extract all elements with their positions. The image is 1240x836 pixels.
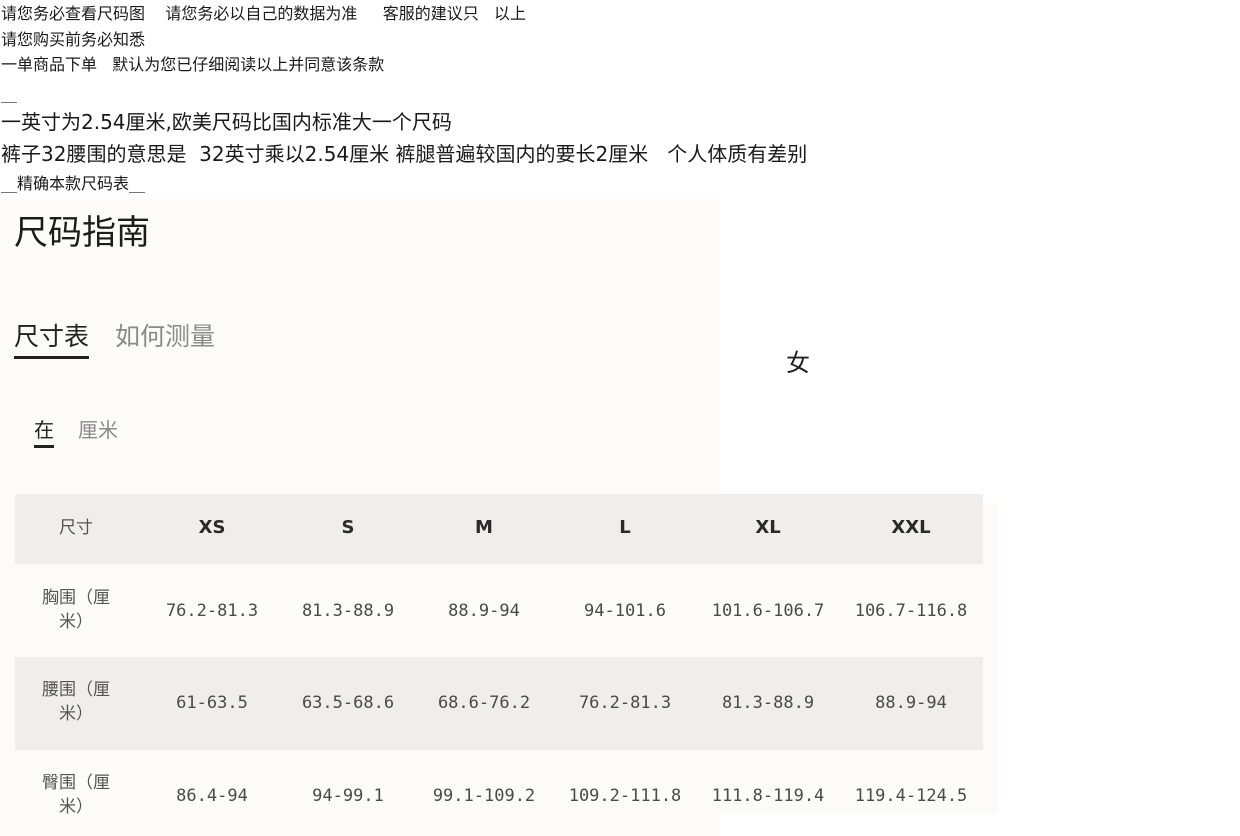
table-cell: 63.5-68.6 <box>301 693 395 713</box>
table-cell: 99.1-109.2 <box>432 786 536 806</box>
notice-separator: __ <box>1 84 17 103</box>
table-cell: 86.4-94 <box>176 786 248 806</box>
table-cell: 94-99.1 <box>312 786 384 806</box>
table-cell: 81.3-88.9 <box>721 693 815 713</box>
row-label: 胸围（厘 米） <box>42 588 110 632</box>
table-cell: 81.3-88.9 <box>301 601 395 621</box>
header-size-s: S <box>341 517 355 538</box>
table-cell: 61-63.5 <box>176 693 248 713</box>
notice-inch-conversion: 一英寸为2.54厘米,欧美尺码比国内标准大一个尺码 <box>1 110 452 134</box>
header-size-label: 尺寸 <box>59 518 93 538</box>
header-size-xl: XL <box>755 517 781 538</box>
notice-order-agreement: 一单商品下单 默认为您已仔细阅读以上并同意该条款 <box>1 55 385 74</box>
header-size-m: M <box>475 517 493 538</box>
notice-before-purchase: 请您购买前务必知悉 <box>1 30 146 49</box>
table-cell: 68.6-76.2 <box>437 693 531 713</box>
notice-waist-explanation: 裤子32腰围的意思是 32英寸乘以2.54厘米 裤腿普遍较国内的要长2厘米 个人… <box>1 142 808 166</box>
table-cell: 119.4-124.5 <box>854 786 968 806</box>
gender-label: 女 <box>786 349 810 377</box>
header-size-l: L <box>619 517 631 538</box>
table-cell: 109.2-111.8 <box>568 786 682 806</box>
table-cell: 94-101.6 <box>584 601 666 621</box>
header-size-xs: XS <box>198 517 226 538</box>
table-cell: 88.9-94 <box>448 601 520 621</box>
notice-size-chart: 请您务必查看尺码图 请您务必以自己的数据为准 客服的建议只 以上 <box>1 4 527 23</box>
table-cell: 101.6-106.7 <box>711 601 825 621</box>
table-cell: 76.2-81.3 <box>165 601 259 621</box>
header-size-xxl: XXL <box>891 517 931 538</box>
table-cell: 88.9-94 <box>875 693 947 713</box>
unit-toggle-cm[interactable]: 厘米 <box>78 416 118 444</box>
table-cell: 76.2-81.3 <box>578 693 672 713</box>
tab-size-chart[interactable]: 尺寸表 <box>14 320 90 359</box>
notice-exact-size-table: __精确本款尺码表__ <box>1 174 146 193</box>
unit-toggle-in[interactable]: 在 <box>34 416 54 448</box>
table-cell: 111.8-119.4 <box>711 786 825 806</box>
row-label: 臀围（厘 米） <box>42 773 110 817</box>
row-label: 腰围（厘 米） <box>42 680 110 724</box>
size-guide-title: 尺码指南 <box>14 213 150 253</box>
tab-how-to-measure[interactable]: 如何测量 <box>115 320 215 354</box>
table-cell: 106.7-116.8 <box>854 601 968 621</box>
